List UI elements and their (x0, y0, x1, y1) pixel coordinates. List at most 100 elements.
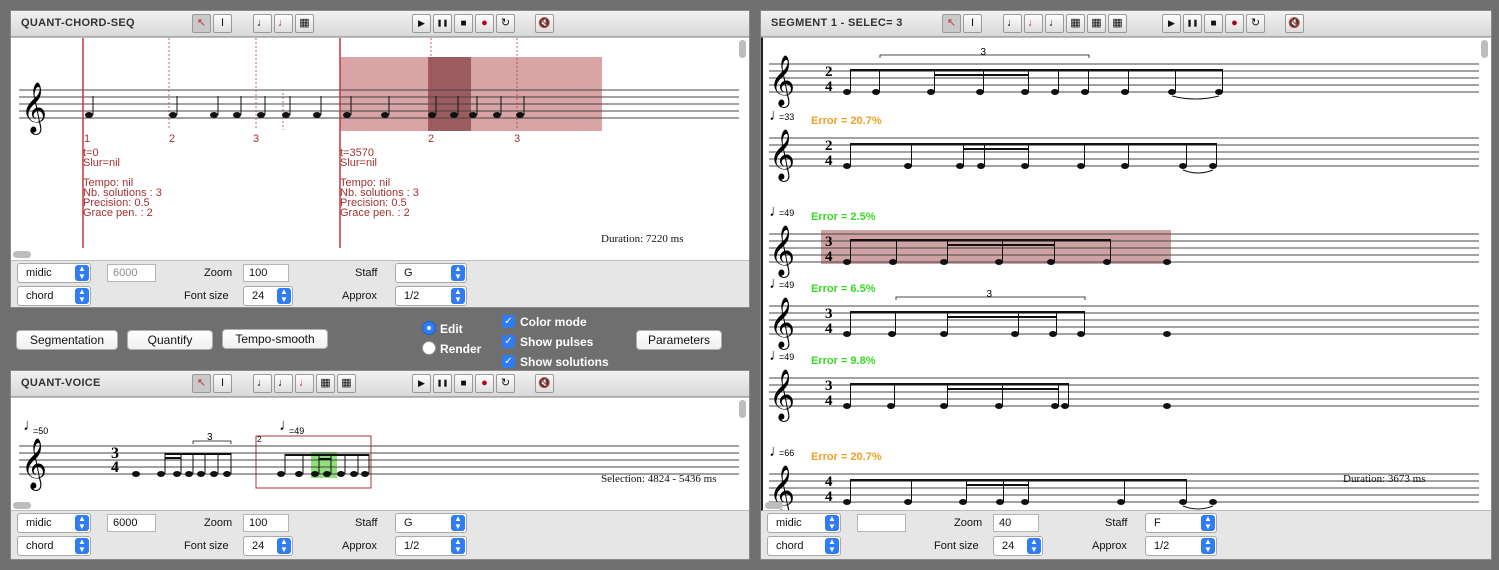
horizontal-scrollbar[interactable] (13, 502, 31, 509)
speaker-mute-icon[interactable]: 🔇 (535, 14, 554, 33)
staff-select[interactable]: F ▲ ▼ (1145, 513, 1217, 533)
note-head (1121, 89, 1129, 95)
loop-icon[interactable]: ↻ (1246, 14, 1265, 33)
vertical-scrollbar[interactable] (739, 40, 746, 58)
chevron-updown-icon: ▲ ▼ (825, 538, 839, 554)
list-tool-icon[interactable]: ▦ (316, 374, 335, 393)
quant-chord-seq-window: QUANT-CHORD-SEQ ↖ I ♩ ♩ ▦ ▶ ❚❚ ■ ● ↻ 🔇 𝄞 (10, 10, 750, 308)
note-head (959, 499, 967, 505)
error-label: Error = 20.7% (811, 115, 882, 127)
font-size-select[interactable]: 24 ▲ ▼ (243, 536, 293, 556)
color-mode-checkbox[interactable]: ✓ (502, 315, 515, 328)
horizontal-scrollbar[interactable] (13, 251, 31, 258)
chevron-updown-icon: ▲ ▼ (451, 538, 465, 554)
segmentation-button[interactable]: Segmentation (16, 330, 118, 350)
staff-select[interactable]: G ▲ ▼ (395, 513, 467, 533)
note-tool-icon[interactable]: ♩ (253, 14, 272, 33)
staff-select[interactable]: G ▲ ▼ (395, 263, 467, 283)
note-head (1209, 163, 1217, 169)
grid-tool-icon[interactable]: ▦ (295, 14, 314, 33)
chevron-updown-icon: ▲ ▼ (1027, 538, 1041, 554)
segment-score-canvas[interactable]: 𝄞 2 4 3 𝄞 2 4 ♩ =33 Error = 20.7% 𝄞 3 4 ♩ =49 Error = 2… (761, 37, 1491, 511)
treble-clef-icon: 𝄞 (769, 130, 795, 182)
play-icon[interactable]: ▶ (412, 374, 431, 393)
tuplet-label: 3 (981, 47, 987, 58)
font-size-select[interactable]: 24 ▲ ▼ (243, 286, 293, 306)
text-cursor-tool-icon[interactable]: I (213, 14, 232, 33)
note-head (1103, 259, 1111, 265)
play-icon[interactable]: ▶ (412, 14, 431, 33)
chord-seq-score-canvas[interactable]: 𝄞 1 2 3 2 3 t=0 Slur=nil Tempo: nil Nb. … (11, 37, 749, 261)
zoom-field[interactable]: 40 (993, 514, 1039, 532)
zoom-field[interactable]: 100 (243, 264, 289, 282)
mode-select[interactable]: chord ▲ ▼ (17, 286, 91, 306)
select-arrow-tool-icon[interactable]: ↖ (192, 374, 211, 393)
pause-icon[interactable]: ❚❚ (433, 14, 452, 33)
voice-score-canvas[interactable]: 𝄞 ♩ =50 ♩ =49 3 4 2 3 Selection: 4824 - … (11, 397, 749, 511)
beam-tool-icon[interactable]: ♩ (295, 374, 314, 393)
stop-icon[interactable]: ■ (1204, 14, 1223, 33)
rhythm-tool-icon[interactable]: ♩ (1024, 14, 1043, 33)
vertical-scrollbar[interactable] (1481, 40, 1488, 58)
pause-icon[interactable]: ❚❚ (1183, 14, 1202, 33)
vertical-scrollbar[interactable] (739, 400, 746, 418)
staff-label: Staff (355, 267, 378, 279)
tempo-smooth-button[interactable]: Tempo-smooth (222, 329, 328, 349)
mode-select[interactable]: chord ▲ ▼ (17, 536, 91, 556)
note-head (888, 331, 896, 337)
value-field[interactable]: 6000 (107, 514, 156, 532)
speaker-mute-icon[interactable]: 🔇 (1285, 14, 1304, 33)
font-size-select[interactable]: 24 ▲ ▼ (993, 536, 1043, 556)
show-solutions-checkbox[interactable]: ✓ (502, 355, 515, 368)
text-cursor-tool-icon[interactable]: I (963, 14, 982, 33)
display-mode-select[interactable]: midic ▲ ▼ (17, 513, 91, 533)
approx-select[interactable]: 1/2 ▲ ▼ (395, 286, 467, 306)
record-icon[interactable]: ● (475, 14, 494, 33)
segment-info-a: t=0 Slur=nil Tempo: nil Nb. solutions : … (83, 147, 162, 219)
note-tool-icon[interactable]: ♩ (1003, 14, 1022, 33)
note-beam (850, 69, 1223, 72)
record-icon[interactable]: ● (475, 374, 494, 393)
display-mode-select[interactable]: midic ▲ ▼ (17, 263, 91, 283)
treble-clef-icon: 𝄞 (769, 298, 795, 350)
grid-tool-icon[interactable]: ▦ (337, 374, 356, 393)
rhythm-tool-icon[interactable]: ♩ (274, 374, 293, 393)
edit-radio[interactable] (422, 321, 436, 335)
quantify-button[interactable]: Quantify (127, 330, 213, 350)
record-icon[interactable]: ● (1225, 14, 1244, 33)
value-field[interactable]: 6000 (107, 264, 156, 282)
show-pulses-checkbox[interactable]: ✓ (502, 335, 515, 348)
note-head (1163, 331, 1171, 337)
list-tool-icon[interactable]: ▦ (1066, 14, 1085, 33)
lines-tool-icon[interactable]: ▦ (1108, 14, 1127, 33)
select-arrow-tool-icon[interactable]: ↖ (192, 14, 211, 33)
approx-select[interactable]: 1/2 ▲ ▼ (1145, 536, 1217, 556)
render-radio[interactable] (422, 341, 436, 355)
time-signature-top: 2 (825, 138, 833, 154)
select-arrow-tool-icon[interactable]: ↖ (942, 14, 961, 33)
grid-tool-icon[interactable]: ▦ (1087, 14, 1106, 33)
horizontal-scrollbar[interactable] (765, 502, 783, 509)
text-cursor-tool-icon[interactable]: I (213, 374, 232, 393)
stop-icon[interactable]: ■ (454, 374, 473, 393)
loop-icon[interactable]: ↻ (496, 374, 515, 393)
beam-tool-icon[interactable]: ♩ (1045, 14, 1064, 33)
loop-icon[interactable]: ↻ (496, 14, 515, 33)
note-beam (934, 74, 1028, 76)
parameters-button[interactable]: Parameters (636, 330, 722, 350)
pause-icon[interactable]: ❚❚ (433, 374, 452, 393)
note-head (887, 403, 895, 409)
mode-select[interactable]: chord ▲ ▼ (767, 536, 841, 556)
edit-label: Edit (440, 322, 463, 336)
note-beam (850, 383, 1069, 386)
window-title: QUANT-CHORD-SEQ (21, 17, 135, 29)
value-field[interactable] (857, 514, 906, 532)
zoom-field[interactable]: 100 (243, 514, 289, 532)
display-mode-select[interactable]: midic ▲ ▼ (767, 513, 841, 533)
play-icon[interactable]: ▶ (1162, 14, 1181, 33)
approx-select[interactable]: 1/2 ▲ ▼ (395, 536, 467, 556)
stop-icon[interactable]: ■ (454, 14, 473, 33)
note-tool-icon[interactable]: ♩ (253, 374, 272, 393)
rhythm-tool-icon[interactable]: ♩ (274, 14, 293, 33)
speaker-mute-icon[interactable]: 🔇 (535, 374, 554, 393)
